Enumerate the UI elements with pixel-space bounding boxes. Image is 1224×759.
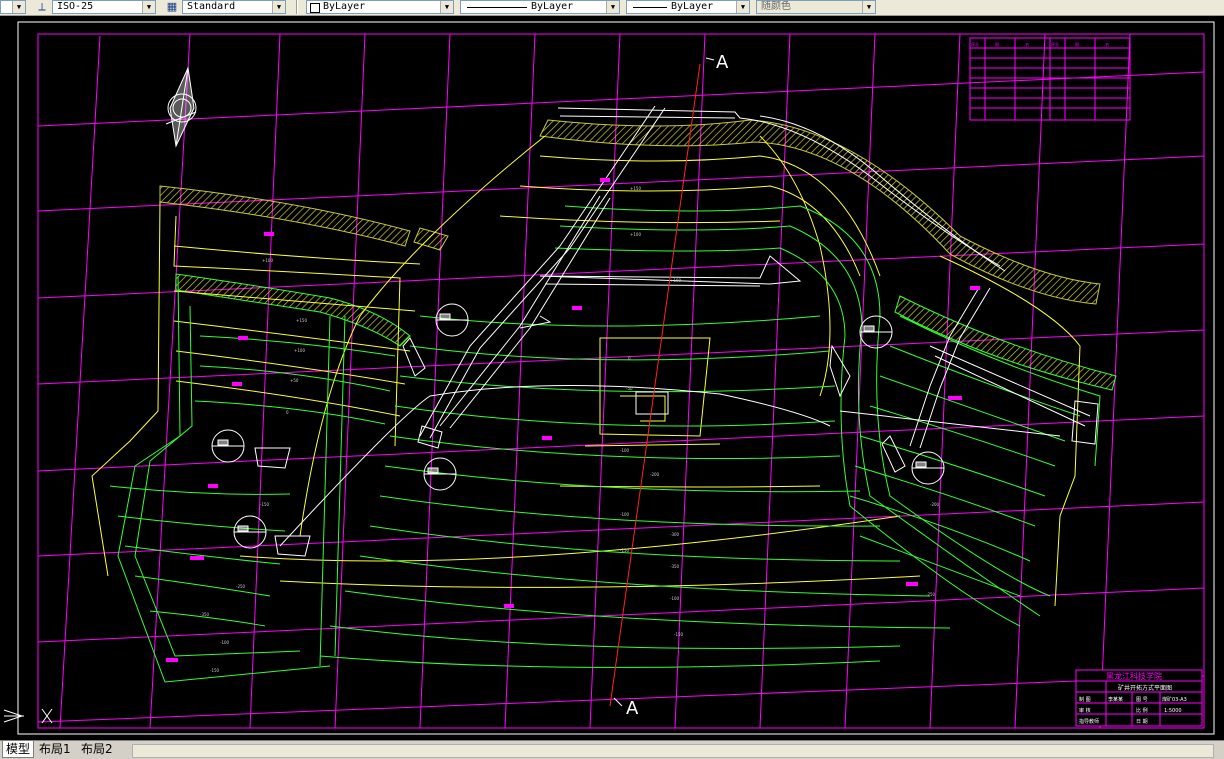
- legend-header-no-2: 序号: [1051, 41, 1059, 47]
- layout-tab-bar: 模型 布局1 布局2: [0, 740, 1224, 759]
- tab-layout2[interactable]: 布局2: [78, 741, 116, 757]
- legend-table: 序号 图 名 序号 图 名: [969, 37, 1131, 121]
- plotstyle-dropdown[interactable]: 随颜色 ▼: [756, 0, 876, 14]
- titleblock-row2-a: 制 图: [1079, 696, 1091, 703]
- contour-labels: +100 +150 +100 +50 0 +150 +100 +100 0 -5…: [200, 186, 940, 673]
- titleblock-row2-c: 图 号: [1136, 697, 1148, 703]
- titleblock-drawing-name: 矿井开拓方式平面图: [1118, 684, 1172, 692]
- svg-text:-50: -50: [626, 386, 633, 391]
- svg-text:+150: +150: [296, 318, 307, 323]
- chevron-down-icon: ▼: [440, 1, 453, 13]
- svg-text:-100: -100: [670, 596, 680, 601]
- hatched-boundary-small: [413, 227, 449, 251]
- linetype-dropdown[interactable]: ByLayer ▼: [460, 0, 620, 14]
- svg-text:-350: -350: [200, 612, 210, 617]
- section-tick-top: [705, 57, 715, 61]
- svg-text:-100: -100: [620, 448, 630, 453]
- shaft-symbols: [211, 303, 945, 549]
- legend-header-no: 序号: [971, 41, 979, 47]
- svg-text:-150: -150: [674, 632, 684, 637]
- titleblock-row3-c: 比 例: [1136, 707, 1148, 714]
- svg-text:-350: -350: [670, 564, 680, 569]
- drawing-canvas[interactable]: A A +100 +150 +100 +50 0 +150 +100 +100 …: [0, 16, 1224, 740]
- titleblock-row4-c: 日 期: [1136, 719, 1148, 725]
- svg-text:-150: -150: [620, 548, 630, 553]
- chevron-down-icon: ▼: [862, 1, 875, 13]
- svg-text:-150: -150: [210, 668, 220, 673]
- svg-text:+50: +50: [290, 378, 299, 383]
- tab-model[interactable]: 模型: [2, 741, 35, 758]
- lineweight-value: ByLayer: [671, 1, 714, 12]
- tablestyle-dropdown[interactable]: Standard ▼: [182, 0, 286, 14]
- titleblock-row4-a: 指导教师: [1079, 718, 1099, 725]
- legend-header-name: 名: [1025, 41, 1029, 47]
- tab-layout1[interactable]: 布局1: [36, 741, 74, 757]
- lineweight-preview: [633, 7, 667, 8]
- legend-header-symbol: 图: [995, 41, 999, 47]
- svg-text:-150: -150: [260, 502, 270, 507]
- horizontal-scrollbar[interactable]: [132, 744, 1214, 758]
- toolbar-left-dropdown[interactable]: ▼: [0, 0, 26, 14]
- color-swatch: [310, 3, 320, 13]
- shaft-symbol-4: [233, 515, 267, 549]
- properties-toolbar: ▼ ⟂ ISO-25 ▼ ▦ Standard ▼ ByLayer ▼ ByLa…: [0, 0, 1224, 16]
- titleblock-row2-b: 李某某: [1108, 696, 1123, 703]
- titleblock-row3-d: 1:5000: [1164, 708, 1182, 714]
- svg-text:-300: -300: [670, 532, 680, 537]
- legend-header-name-2: 名: [1105, 41, 1109, 47]
- svg-text:-100: -100: [620, 512, 630, 517]
- toolbar-separator: [296, 0, 298, 14]
- dimstyle-dropdown[interactable]: ISO-25 ▼: [52, 0, 156, 14]
- cad-drawing[interactable]: A A +100 +150 +100 +50 0 +150 +100 +100 …: [0, 16, 1224, 740]
- svg-text:+100: +100: [670, 278, 681, 283]
- svg-text:-250: -250: [926, 592, 936, 597]
- svg-text:-200: -200: [650, 472, 660, 477]
- tablestyle-value: Standard: [187, 1, 236, 12]
- linetype-value: ByLayer: [531, 1, 574, 12]
- chevron-down-icon: ▼: [736, 1, 749, 13]
- titleblock-row2-d: 煤矿03-A3: [1162, 696, 1187, 703]
- section-label-top: A: [716, 52, 729, 73]
- svg-text:+100: +100: [630, 232, 641, 237]
- section-label-bottom: A: [626, 698, 639, 719]
- chevron-down-icon: ▼: [12, 1, 25, 13]
- svg-text:+100: +100: [294, 348, 305, 353]
- dimension-style-icon[interactable]: ⟂: [34, 0, 50, 14]
- layer-color-dropdown[interactable]: ByLayer ▼: [306, 0, 454, 14]
- svg-text:0: 0: [286, 410, 289, 415]
- linetype-preview: [467, 7, 527, 8]
- titleblock-row3-a: 审 核: [1079, 707, 1091, 714]
- svg-text:+150: +150: [630, 186, 641, 191]
- layer-color-value: ByLayer: [323, 1, 366, 12]
- legend-header-symbol-2: 图: [1075, 41, 1079, 47]
- svg-text:-200: -200: [930, 502, 940, 507]
- chevron-down-icon: ▼: [142, 1, 155, 13]
- svg-text:-100: -100: [220, 640, 230, 645]
- dimstyle-value: ISO-25: [57, 1, 94, 12]
- titleblock-org: 黑龙江科技学院: [1106, 671, 1162, 681]
- shaft-symbol-1: [435, 303, 469, 337]
- svg-text:+100: +100: [262, 258, 273, 263]
- plotstyle-value: 随颜色: [761, 1, 791, 12]
- shaft-symbol-5: [859, 315, 893, 349]
- table-style-icon[interactable]: ▦: [164, 0, 180, 14]
- ucs-icon: [3, 708, 53, 724]
- lineweight-dropdown[interactable]: ByLayer ▼: [626, 0, 750, 14]
- title-block: 黑龙江科技学院 矿井开拓方式平面图 制 图 李某某 图 号 煤矿03-A3 审 …: [1075, 669, 1203, 727]
- svg-text:-250: -250: [236, 584, 246, 589]
- shaft-symbol-2: [211, 429, 245, 463]
- chevron-down-icon: ▼: [272, 1, 285, 13]
- shaft-symbol-3: [423, 457, 457, 491]
- north-arrow-icon: [165, 66, 197, 148]
- chevron-down-icon: ▼: [606, 1, 619, 13]
